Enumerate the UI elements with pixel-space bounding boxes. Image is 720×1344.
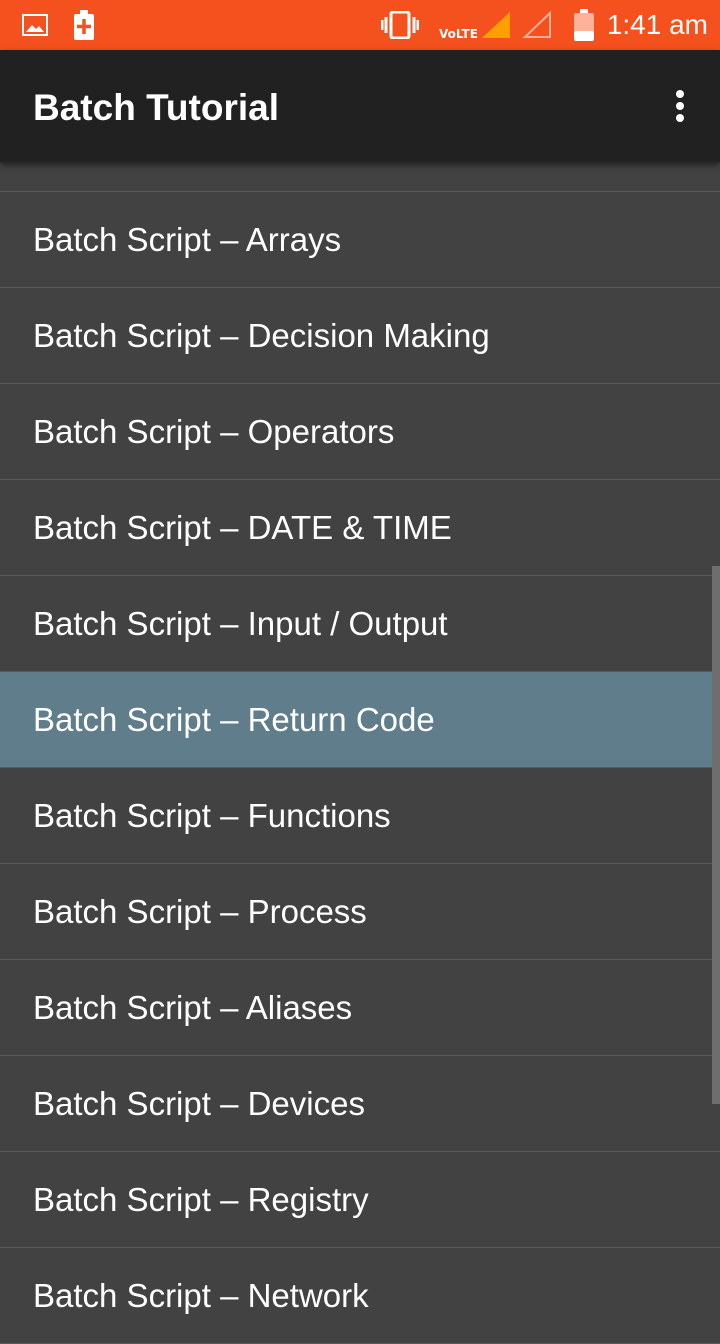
list-item[interactable]: Batch Script – Registry: [0, 1152, 720, 1248]
list-item[interactable]: Batch Script – Arrays: [0, 192, 720, 288]
list-item[interactable]: Batch Script – Input / Output: [0, 576, 720, 672]
status-bar: VoLTE 1:41 am: [0, 0, 720, 50]
list-item[interactable]: Batch Script – Process: [0, 864, 720, 960]
vibrate-icon: [381, 0, 419, 50]
list-item[interactable]: Batch Script – Network: [0, 1248, 720, 1344]
app-title: Batch Tutorial: [33, 87, 279, 128]
list-item[interactable]: Batch Script – Aliases: [0, 960, 720, 1056]
list-item[interactable]: Batch Script – DATE & TIME: [0, 480, 720, 576]
list-item[interactable]: Batch Script – Functions: [0, 768, 720, 864]
list-scrollbar[interactable]: [712, 566, 720, 1104]
list-item[interactable]: Batch Script – Return Code: [0, 672, 720, 768]
tutorial-list: Batch Script – StringsBatch Script – Arr…: [0, 96, 720, 1344]
signal-icon: [481, 0, 511, 50]
more-vert-icon[interactable]: [662, 88, 698, 124]
volte-label: VoLTE: [439, 27, 478, 41]
status-time: 1:41 am: [606, 9, 708, 40]
battery-saver-icon: [73, 0, 95, 50]
no-signal-icon: [522, 0, 552, 50]
battery-icon: [572, 0, 596, 50]
list-item[interactable]: Batch Script – Devices: [0, 1056, 720, 1152]
list-item[interactable]: Batch Script – Operators: [0, 384, 720, 480]
image-notification-icon: [22, 0, 48, 50]
app-bar: Batch Tutorial: [0, 50, 720, 162]
list-item[interactable]: Batch Script – Decision Making: [0, 288, 720, 384]
